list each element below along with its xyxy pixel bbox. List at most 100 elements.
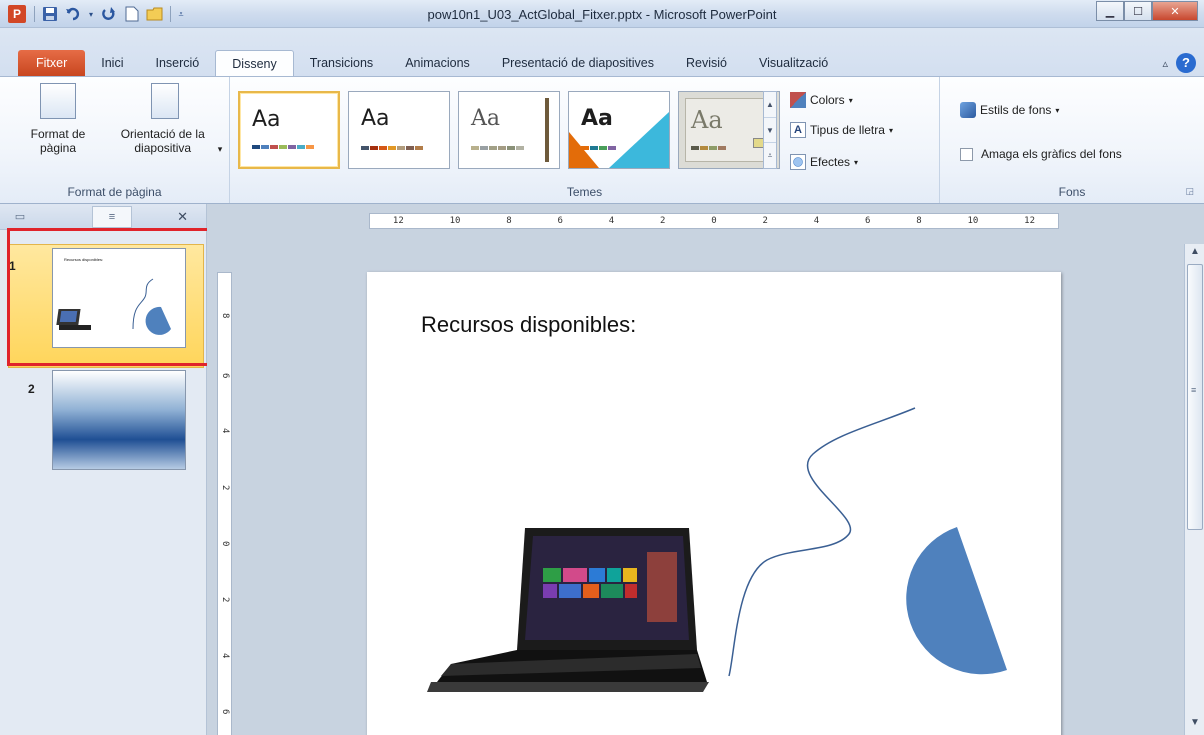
powerpoint-logo-icon[interactable]: P — [8, 5, 26, 23]
theme-apex[interactable]: Aa — [568, 91, 670, 169]
save-icon[interactable] — [40, 4, 60, 24]
ribbon-tabs: Fitxer Inici Inserció Disseny Transicion… — [0, 28, 1204, 76]
background-styles-label: Estils de fons — [980, 103, 1052, 117]
theme-effects-icon — [790, 154, 806, 170]
slide-thumbnail[interactable] — [52, 370, 186, 470]
tab-home[interactable]: Inici — [85, 50, 139, 76]
help-icon[interactable]: ? — [1176, 53, 1196, 73]
tab-transitions[interactable]: Transicions — [294, 50, 389, 76]
ruler-tick-label: 10 — [449, 216, 461, 226]
page-setup-group-label: Format de pàgina — [67, 185, 162, 199]
gallery-scroll-down-icon[interactable]: ▼ — [764, 118, 776, 144]
dialog-launcher-icon[interactable]: ◲ — [1185, 186, 1194, 197]
title-bar: P ▾ ⩡ pow10n1_U03_ActGlobal_Fitxer.pptx … — [0, 0, 1204, 28]
theme-colors-button[interactable]: Colors ▾ — [790, 89, 853, 111]
hide-background-graphics[interactable]: Amaga els gràfics del fons — [960, 143, 1122, 165]
scroll-up-icon[interactable]: ▲ — [1185, 246, 1204, 264]
page-format-button[interactable]: Format de pàgina — [18, 83, 98, 155]
ruler-tick-label: 0 — [711, 216, 717, 226]
freeform-curve[interactable] — [728, 407, 916, 677]
theme-effects-button[interactable]: Efectes ▾ — [790, 151, 858, 173]
tab-file[interactable]: Fitxer — [18, 50, 86, 76]
selection-highlight-frame — [7, 228, 210, 366]
customize-qat-icon[interactable]: ⩡ — [176, 4, 186, 24]
chevron-down-icon: ▾ — [888, 125, 893, 135]
theme-preview-text: Aa — [691, 106, 723, 134]
laptop-image[interactable] — [427, 528, 709, 692]
theme-color-bars — [361, 146, 423, 150]
tab-right-controls: ▵ ? — [1162, 50, 1196, 76]
ruler-tick-label: 10 — [967, 216, 979, 226]
hide-background-graphics-label: Amaga els gràfics del fons — [981, 147, 1122, 161]
undo-dropdown-icon[interactable]: ▾ — [86, 4, 96, 24]
horizontal-ruler[interactable]: 12 10 8 6 4 2 0 2 4 6 8 10 12 — [369, 213, 1059, 229]
themes-group-label: Temes — [566, 185, 603, 199]
background-styles-button[interactable]: Estils de fons ▾ — [960, 99, 1059, 121]
slide-canvas[interactable]: Recursos disponibles: — [367, 272, 1061, 735]
quick-access-toolbar: ▾ ⩡ — [32, 4, 186, 24]
theme-preview-text: Aa — [581, 106, 613, 131]
gallery-more-icon[interactable]: ⩡ — [764, 143, 776, 168]
ruler-tick-label: 4 — [813, 216, 820, 226]
theme-color-bars — [252, 145, 314, 149]
slide-orientation-dropdown-icon: ▾ — [217, 144, 223, 154]
ruler-tick-label: 2 — [660, 216, 666, 226]
slide-number: 2 — [28, 382, 35, 396]
tab-design[interactable]: Disseny — [215, 50, 294, 76]
open-folder-icon[interactable] — [145, 4, 165, 24]
theme-fonts-label: Tipus de lletra — [810, 123, 885, 137]
slide-editor: 12 10 8 6 4 2 0 2 4 6 8 10 12 8 6 4 2 0 … — [207, 204, 1204, 735]
theme-color-bars — [691, 146, 726, 150]
tab-insert[interactable]: Inserció — [139, 50, 215, 76]
slide-orientation-label: Orientació de la diapositiva — [120, 127, 205, 155]
chevron-down-icon: ▾ — [1055, 105, 1060, 115]
theme-office[interactable]: Aa — [238, 91, 340, 169]
ruler-tick-label: 0 — [220, 541, 230, 547]
theme-preview-text: Aa — [471, 106, 501, 131]
slide-orientation-button[interactable]: Orientació de la diapositiva ▾ — [104, 83, 226, 156]
theme-adjacency[interactable]: Aa — [348, 91, 450, 169]
page-format-label: Format de pàgina — [30, 127, 86, 155]
new-document-icon[interactable] — [122, 4, 142, 24]
outline-tab-icon[interactable]: ≡ — [92, 205, 132, 228]
chord-shape[interactable] — [906, 527, 1007, 675]
theme-preview-text: Aa — [361, 106, 390, 131]
maximize-icon[interactable]: ☐ — [1124, 1, 1152, 21]
tab-slideshow[interactable]: Presentació de diapositives — [486, 50, 670, 76]
minimize-ribbon-icon[interactable]: ▵ — [1162, 57, 1168, 70]
minimize-icon[interactable]: ▁ — [1096, 1, 1124, 21]
background-group-label: Fons — [1058, 185, 1086, 199]
theme-fonts-button[interactable]: A Tipus de lletra ▾ — [790, 119, 893, 141]
hide-background-graphics-checkbox[interactable] — [960, 147, 973, 161]
tab-animations[interactable]: Animacions — [389, 50, 486, 76]
tab-review[interactable]: Revisió — [670, 50, 743, 76]
slides-pane-tabs: ▭ ≡ ✕ — [0, 204, 206, 230]
close-icon[interactable]: ✕ — [1152, 1, 1198, 21]
slide-graphics — [427, 407, 1007, 692]
page-setup-group: Format de pàgina Orientació de la diapos… — [0, 77, 230, 203]
ruler-tick-label: 6 — [865, 216, 871, 226]
slide-orientation-icon — [151, 83, 179, 119]
scrollbar-thumb[interactable]: ≡ — [1187, 264, 1203, 530]
ruler-tick-label: 12 — [1024, 216, 1036, 226]
ruler-tick-label: 8 — [916, 216, 922, 226]
vertical-ruler[interactable]: 8 6 4 2 0 2 4 6 — [217, 272, 232, 735]
chevron-down-icon: ▾ — [848, 95, 853, 105]
themes-gallery-scroll: ▲ ▼ ⩡ — [763, 91, 777, 169]
theme-angles[interactable]: Aa — [458, 91, 560, 169]
vertical-scrollbar[interactable]: ▲ ≡ ▼ — [1184, 244, 1204, 735]
background-group: Estils de fons ▾ Amaga els gràfics del f… — [940, 77, 1204, 203]
slides-tab-icon[interactable]: ▭ — [0, 206, 40, 228]
theme-effects-label: Efectes — [810, 155, 851, 169]
scroll-down-icon[interactable]: ▼ — [1185, 717, 1204, 735]
redo-icon[interactable] — [99, 4, 119, 24]
close-pane-icon[interactable]: ✕ — [177, 209, 188, 225]
paint-bucket-icon — [960, 102, 976, 118]
ruler-tick-label: 4 — [220, 653, 230, 659]
theme-colors-label: Colors — [810, 93, 845, 107]
ruler-tick-label: 6 — [557, 216, 563, 226]
gallery-scroll-up-icon[interactable]: ▲ — [764, 92, 776, 118]
window-controls: ▁ ☐ ✕ — [1096, 1, 1198, 21]
undo-icon[interactable] — [63, 4, 83, 24]
tab-view[interactable]: Visualització — [743, 50, 844, 76]
